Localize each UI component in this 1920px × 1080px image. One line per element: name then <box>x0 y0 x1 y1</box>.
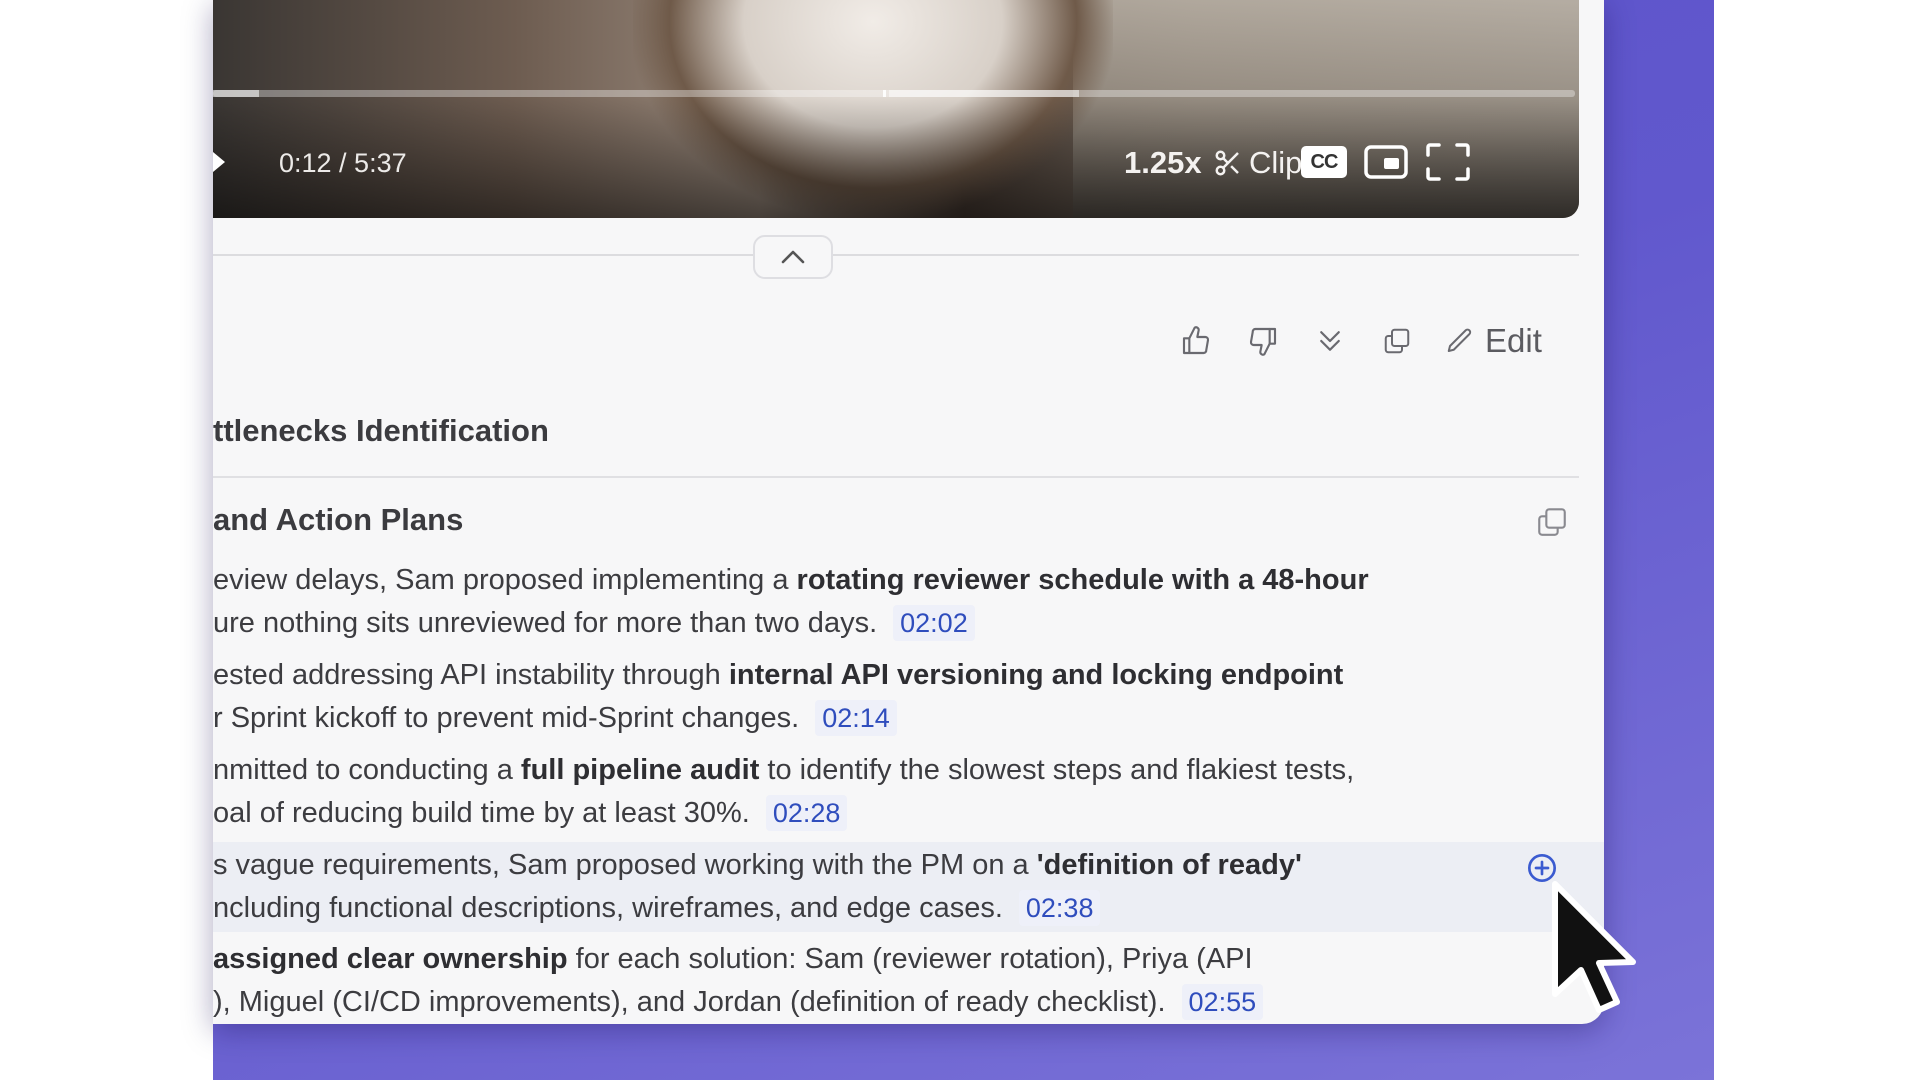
thumbs-up-icon <box>1182 326 1210 355</box>
thumbs-up-button[interactable] <box>1173 318 1219 364</box>
captions-button[interactable]: CC <box>1299 142 1349 182</box>
meeting-summary-window: 0:12 / 5:37 1.25x Clip CC Edit ttlenecks… <box>213 0 1604 1024</box>
copy-summary-button[interactable] <box>1374 318 1420 364</box>
chevrons-down-icon <box>1320 331 1340 351</box>
summary-action-bar: Edit <box>1173 318 1542 364</box>
list-item: ested addressing API instability through… <box>213 659 1344 736</box>
clip-button[interactable]: Clip <box>1213 145 1302 181</box>
thumbs-down-button[interactable] <box>1240 318 1286 364</box>
progress-played <box>213 90 260 97</box>
progress-buffered <box>889 90 1079 97</box>
copy-icon[interactable] <box>1535 505 1569 539</box>
video-controls: 0:12 / 5:37 1.25x Clip CC <box>213 140 1579 186</box>
scissors-icon <box>1215 150 1239 176</box>
thumbs-down-icon <box>1249 327 1277 356</box>
copy-icon <box>1384 328 1410 354</box>
timestamp-link[interactable]: 02:28 <box>765 795 848 831</box>
timestamp-link[interactable]: 02:14 <box>815 700 897 736</box>
mouse-cursor-icon <box>1552 881 1636 1013</box>
cc-icon: CC <box>1301 146 1347 178</box>
section-title: ttlenecks Identification <box>213 413 549 448</box>
expand-all-button[interactable] <box>1307 318 1353 364</box>
video-player[interactable]: 0:12 / 5:37 1.25x Clip CC <box>213 0 1579 218</box>
pip-icon <box>1364 145 1408 179</box>
fullscreen-icon <box>1426 143 1470 181</box>
section-divider <box>213 476 1579 478</box>
list-item: eview delays, Sam proposed implementing … <box>213 564 1369 641</box>
left-margin <box>0 0 213 1080</box>
play-icon[interactable] <box>213 152 225 172</box>
subsection-heading: and Action Plans <box>213 502 464 537</box>
edit-button[interactable]: Edit <box>1445 322 1542 360</box>
chevron-up-icon <box>781 250 805 264</box>
playback-speed-button[interactable]: 1.25x <box>1124 145 1202 181</box>
fullscreen-button[interactable] <box>1423 142 1473 182</box>
video-time: 0:12 / 5:37 <box>279 148 407 178</box>
timestamp-link[interactable]: 02:02 <box>893 605 975 641</box>
collapse-video-button[interactable] <box>753 235 833 279</box>
list-item: assigned clear ownership for each soluti… <box>213 938 1604 1024</box>
list-item: nmitted to conducting a full pipeline au… <box>213 754 1355 831</box>
list-item-highlighted[interactable]: s vague requirements, Sam proposed worki… <box>213 842 1604 932</box>
pencil-icon <box>1447 328 1472 352</box>
pip-button[interactable] <box>1361 142 1411 182</box>
timestamp-link[interactable]: 02:55 <box>1181 984 1264 1020</box>
video-progress-bar[interactable] <box>213 90 1575 97</box>
collapse-divider <box>213 254 1579 256</box>
edit-label: Edit <box>1485 322 1542 359</box>
progress-chapter-marker <box>883 90 886 97</box>
right-margin <box>1714 0 1920 1080</box>
timestamp-link[interactable]: 02:38 <box>1018 890 1101 926</box>
clip-label: Clip <box>1249 145 1303 180</box>
